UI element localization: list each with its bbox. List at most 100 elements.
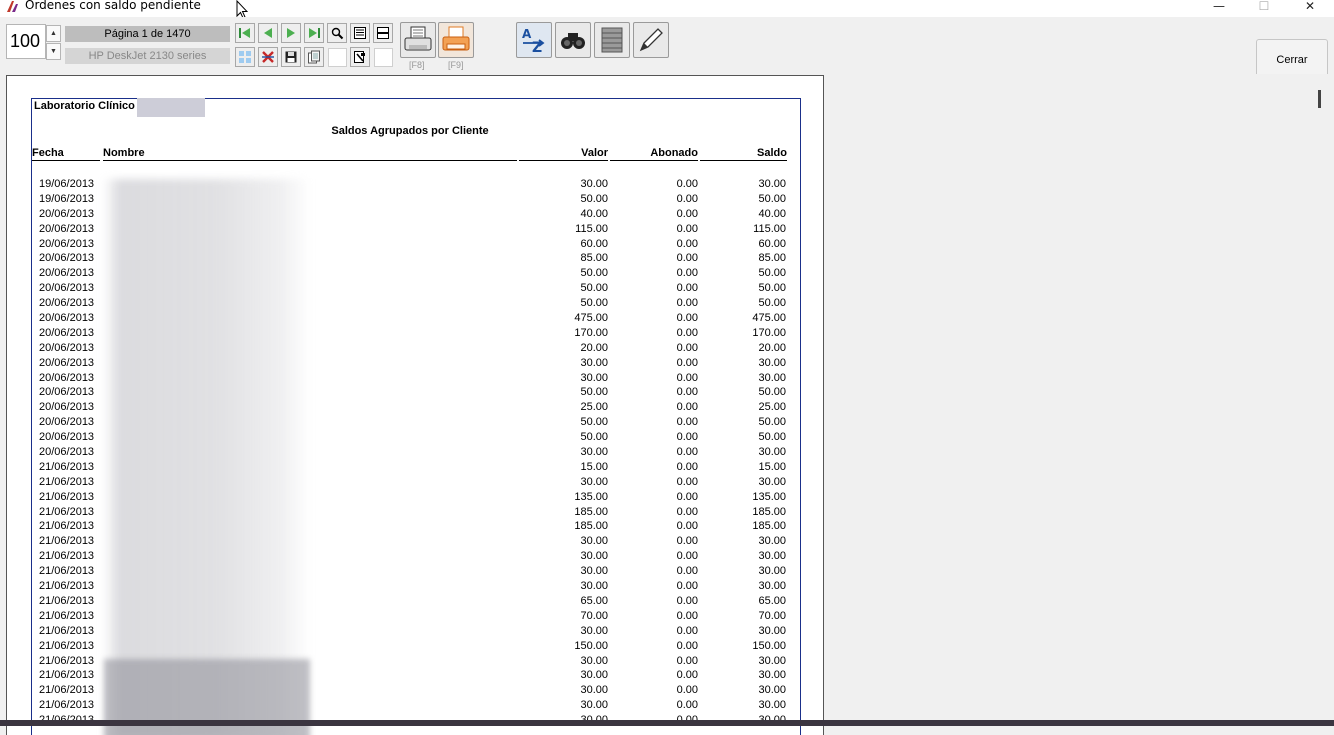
report-viewer[interactable]: Laboratorio Clínico Saldos Agrupados por… — [0, 74, 1334, 735]
cell-fecha: 21/06/2013 — [39, 684, 95, 697]
prev-page-icon — [264, 28, 272, 38]
cell-abonado: 0.00 — [676, 684, 698, 697]
cell-valor: 30.00 — [580, 475, 608, 488]
cell-abonado: 0.00 — [676, 624, 698, 637]
cell-abonado: 0.00 — [676, 669, 698, 682]
window-title: Ordenes con saldo pendiente — [25, 0, 201, 12]
printer-selector[interactable]: HP DeskJet 2130 series — [65, 48, 230, 64]
cell-fecha: 20/06/2013 — [39, 222, 95, 235]
column-header-fecha: Fecha — [32, 147, 100, 161]
column-header-valor: Valor — [519, 147, 608, 161]
export-button[interactable] — [350, 47, 370, 67]
cell-fecha: 21/06/2013 — [39, 535, 95, 548]
cell-fecha: 20/06/2013 — [39, 312, 95, 325]
delete-icon — [262, 51, 274, 63]
cell-valor: 185.00 — [574, 520, 608, 533]
single-page-icon — [377, 27, 389, 39]
zoom-down-button[interactable]: ▼ — [46, 43, 61, 60]
cell-fecha: 21/06/2013 — [39, 699, 95, 712]
page-setup-button[interactable] — [350, 23, 370, 43]
window-close-button[interactable]: ✕ — [1287, 0, 1333, 14]
cell-abonado: 0.00 — [676, 386, 698, 399]
cell-abonado: 0.00 — [676, 609, 698, 622]
zoom-tool-button[interactable] — [327, 23, 347, 43]
prev-page-button[interactable] — [258, 23, 278, 43]
cell-saldo: 475.00 — [752, 312, 786, 325]
cell-abonado: 0.00 — [676, 654, 698, 667]
cell-abonado: 0.00 — [676, 312, 698, 325]
cell-fecha: 20/06/2013 — [39, 446, 95, 459]
save-button[interactable] — [281, 47, 301, 67]
page-indicator: Página 1 de 1470 — [65, 26, 230, 42]
cell-valor: 85.00 — [580, 252, 608, 265]
cell-abonado: 0.00 — [676, 401, 698, 414]
blank-option-box[interactable] — [328, 48, 347, 67]
print-dialog-icon — [442, 26, 470, 51]
sort-button[interactable]: A Z — [516, 22, 552, 58]
cell-saldo: 30.00 — [758, 669, 786, 682]
grid-button[interactable] — [594, 22, 630, 58]
cell-saldo: 30.00 — [758, 178, 786, 190]
cell-fecha: 21/06/2013 — [39, 594, 95, 607]
cell-valor: 150.00 — [574, 639, 608, 652]
zoom-up-button[interactable]: ▲ — [46, 25, 61, 42]
next-page-button[interactable] — [281, 23, 301, 43]
report-title: Saldos Agrupados por Cliente — [331, 125, 489, 137]
cell-valor: 30.00 — [580, 550, 608, 563]
cell-saldo: 50.00 — [758, 416, 786, 429]
cell-fecha: 21/06/2013 — [39, 460, 95, 473]
cell-fecha: 20/06/2013 — [39, 356, 95, 369]
print-icon — [404, 26, 432, 51]
cell-abonado: 0.00 — [676, 207, 698, 220]
scroll-indicator[interactable] — [1318, 90, 1321, 108]
edit-button[interactable] — [633, 22, 669, 58]
column-header-abonado: Abonado — [610, 147, 698, 161]
cell-saldo: 30.00 — [758, 565, 786, 578]
cell-saldo: 50.00 — [758, 297, 786, 310]
report-frame: Laboratorio Clínico Saldos Agrupados por… — [31, 98, 801, 735]
title-bar: Ordenes con saldo pendiente — ☐ ✕ — [0, 0, 1334, 17]
cell-abonado: 0.00 — [676, 565, 698, 578]
multi-page-button[interactable] — [235, 47, 255, 67]
minimize-button[interactable]: — — [1196, 0, 1242, 14]
cell-saldo: 15.00 — [758, 460, 786, 473]
cell-abonado: 0.00 — [676, 267, 698, 280]
first-page-icon — [239, 28, 250, 38]
cell-valor: 185.00 — [574, 505, 608, 518]
cell-valor: 30.00 — [580, 580, 608, 593]
maximize-button[interactable]: ☐ — [1241, 0, 1287, 14]
last-page-button[interactable] — [304, 23, 324, 43]
cell-abonado: 0.00 — [676, 237, 698, 250]
cell-fecha: 20/06/2013 — [39, 401, 95, 414]
cell-saldo: 50.00 — [758, 431, 786, 444]
print-dialog-button[interactable] — [438, 22, 474, 58]
cell-saldo: 150.00 — [752, 639, 786, 652]
cell-fecha: 20/06/2013 — [39, 326, 95, 339]
cell-valor: 65.00 — [580, 594, 608, 607]
print-button[interactable] — [400, 22, 436, 58]
zoom-tool-icon — [331, 27, 344, 40]
cell-abonado: 0.00 — [676, 282, 698, 295]
find-button[interactable] — [555, 22, 591, 58]
cell-saldo: 70.00 — [758, 609, 786, 622]
cell-valor: 30.00 — [580, 699, 608, 712]
delete-button[interactable] — [258, 47, 278, 67]
cell-saldo: 30.00 — [758, 580, 786, 593]
company-name: Laboratorio Clínico — [34, 100, 135, 112]
zoom-input[interactable]: 100 — [6, 24, 46, 59]
cell-fecha: 21/06/2013 — [39, 490, 95, 503]
first-page-button[interactable] — [235, 23, 255, 43]
cell-valor: 30.00 — [580, 178, 608, 190]
blank-option-box-2[interactable] — [374, 48, 393, 67]
sort-az-icon: A Z — [522, 27, 545, 55]
cell-saldo: 30.00 — [758, 475, 786, 488]
cell-valor: 50.00 — [580, 431, 608, 444]
cell-abonado: 0.00 — [676, 460, 698, 473]
multi-page-icon — [239, 51, 251, 63]
copy-button[interactable] — [304, 47, 324, 67]
cell-saldo: 50.00 — [758, 282, 786, 295]
cell-fecha: 21/06/2013 — [39, 609, 95, 622]
edit-icon — [639, 28, 663, 52]
cell-abonado: 0.00 — [676, 446, 698, 459]
single-page-button[interactable] — [373, 23, 393, 43]
